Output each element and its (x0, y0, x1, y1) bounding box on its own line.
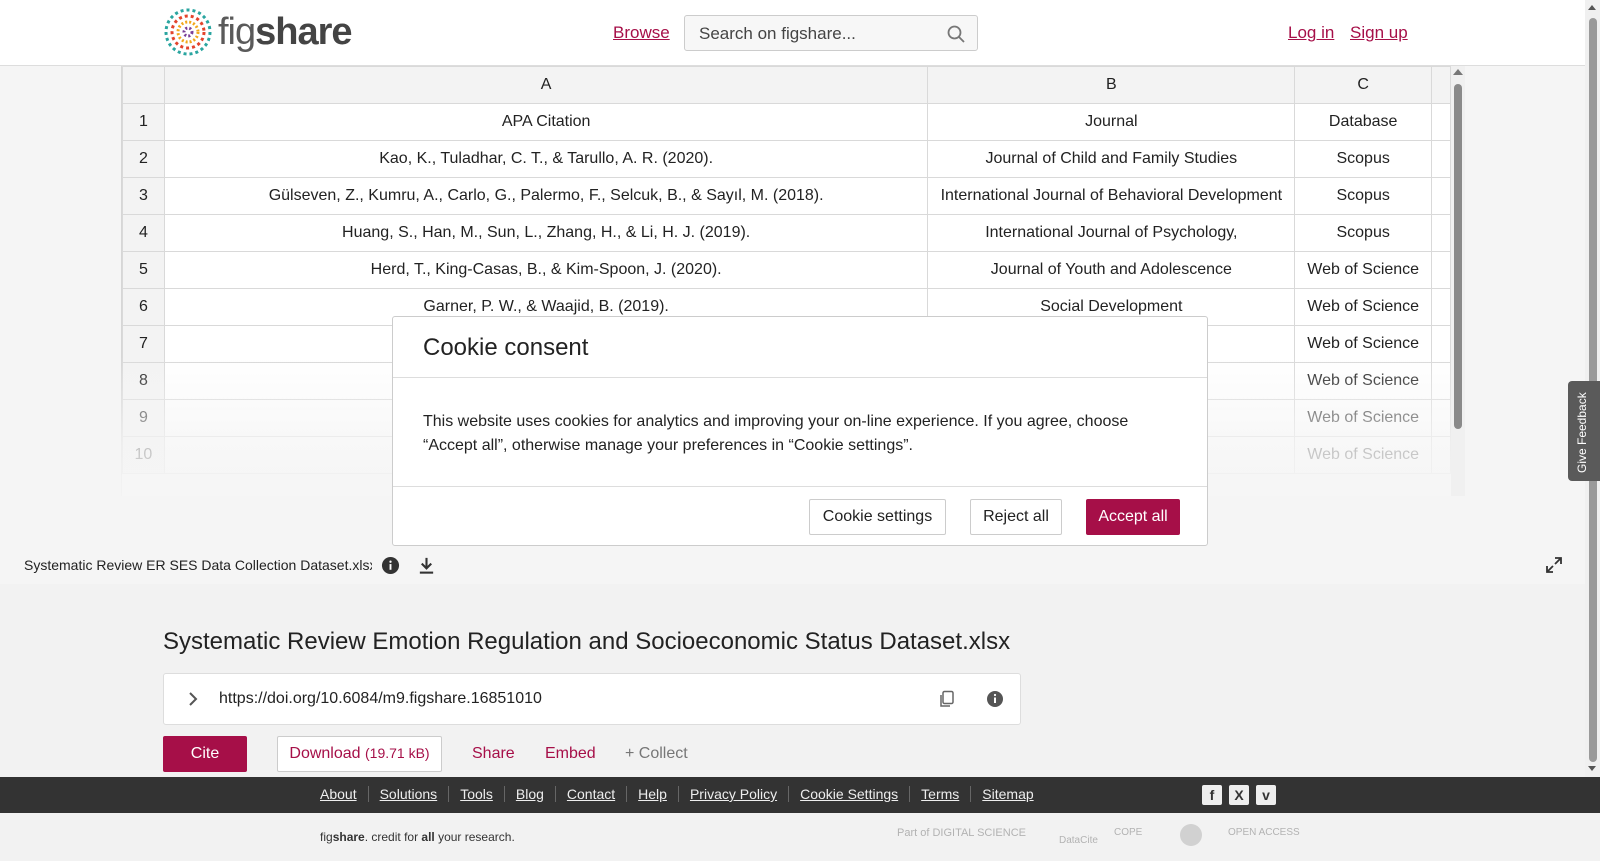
cookie-message: This website uses cookies for analytics … (423, 413, 1129, 454)
divider (393, 377, 1207, 378)
cookie-title: Cookie consent (423, 334, 589, 361)
reject-all-button[interactable]: Reject all (970, 499, 1062, 535)
accept-all-button[interactable]: Accept all (1086, 499, 1180, 535)
cookie-settings-button[interactable]: Cookie settings (809, 499, 946, 535)
cookie-consent-dialog: Cookie consent This website uses cookies… (392, 316, 1208, 546)
modal-overlay: Cookie consent This website uses cookies… (0, 0, 1600, 861)
divider (393, 486, 1207, 487)
